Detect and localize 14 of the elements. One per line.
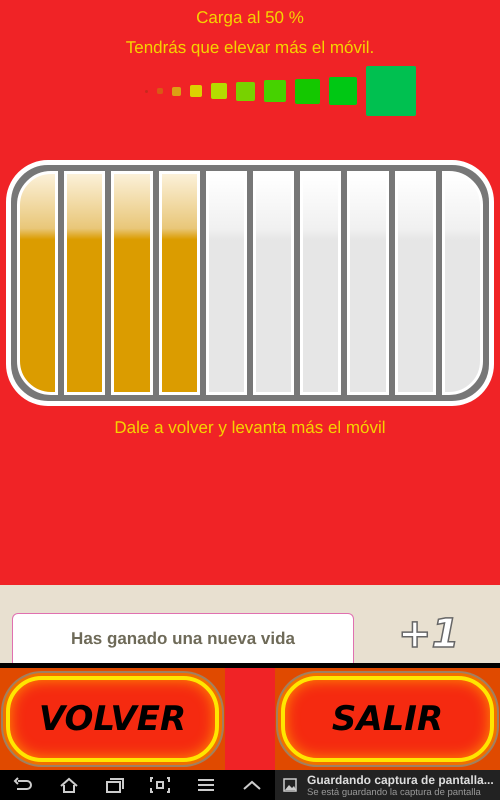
- exit-button[interactable]: SALIR: [275, 668, 500, 770]
- plus-one-label: +1: [398, 611, 460, 657]
- notification-banner[interactable]: Guardando captura de pantalla... Se está guardando la captura de pantalla: [275, 770, 500, 800]
- charge-title: Carga al 50 %: [196, 7, 304, 29]
- reward-message: Has ganado una nueva vida: [12, 613, 354, 663]
- back-button[interactable]: VOLVER: [0, 668, 225, 770]
- home-icon[interactable]: [58, 776, 80, 794]
- image-icon: [283, 778, 297, 792]
- notification-text: Se está guardando la captura de pantalla: [307, 786, 482, 798]
- screenshot-icon[interactable]: [149, 776, 172, 794]
- notification-title: Guardando captura de pantalla...: [307, 772, 494, 786]
- instruction-text: Tendrás que elevar más el móvil.: [126, 37, 374, 59]
- recent-apps-icon[interactable]: [104, 776, 126, 794]
- hint-text: Dale a volver y levanta más el móvil: [114, 418, 386, 438]
